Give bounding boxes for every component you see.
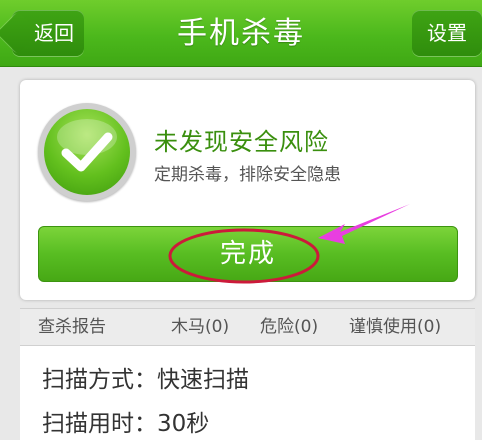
- antivirus-screen: 手机杀毒 返回 设置 未发现安全风险 定期杀毒，排除安全隐患 完成 查杀报告 木…: [0, 0, 482, 440]
- done-button[interactable]: 完成: [38, 226, 458, 282]
- safe-status-badge: [38, 103, 136, 201]
- checkmark-icon: [44, 109, 130, 195]
- report-label: 查杀报告: [38, 317, 106, 337]
- caution-count[interactable]: 谨慎使用(0): [349, 309, 441, 345]
- back-button[interactable]: 返回: [12, 10, 84, 56]
- scan-report-bar: 查杀报告 木马(0) 危险(0) 谨慎使用(0): [20, 308, 475, 346]
- settings-button[interactable]: 设置: [412, 10, 482, 56]
- status-subtitle: 定期杀毒，排除安全隐患: [154, 165, 341, 185]
- back-button-label: 返回: [34, 21, 74, 45]
- trojan-count[interactable]: 木马(0): [171, 309, 229, 345]
- scan-mode-line: 扫描方式：快速扫描: [42, 367, 249, 393]
- status-title: 未发现安全风险: [154, 128, 329, 156]
- scan-result-card: 未发现安全风险 定期杀毒，排除安全隐患 完成: [20, 80, 475, 300]
- scan-details: 扫描方式：快速扫描 扫描用时：30秒: [20, 346, 475, 440]
- danger-count[interactable]: 危险(0): [260, 309, 318, 345]
- scan-time-line: 扫描用时：30秒: [42, 411, 210, 437]
- app-header: 手机杀毒 返回 设置: [0, 0, 482, 67]
